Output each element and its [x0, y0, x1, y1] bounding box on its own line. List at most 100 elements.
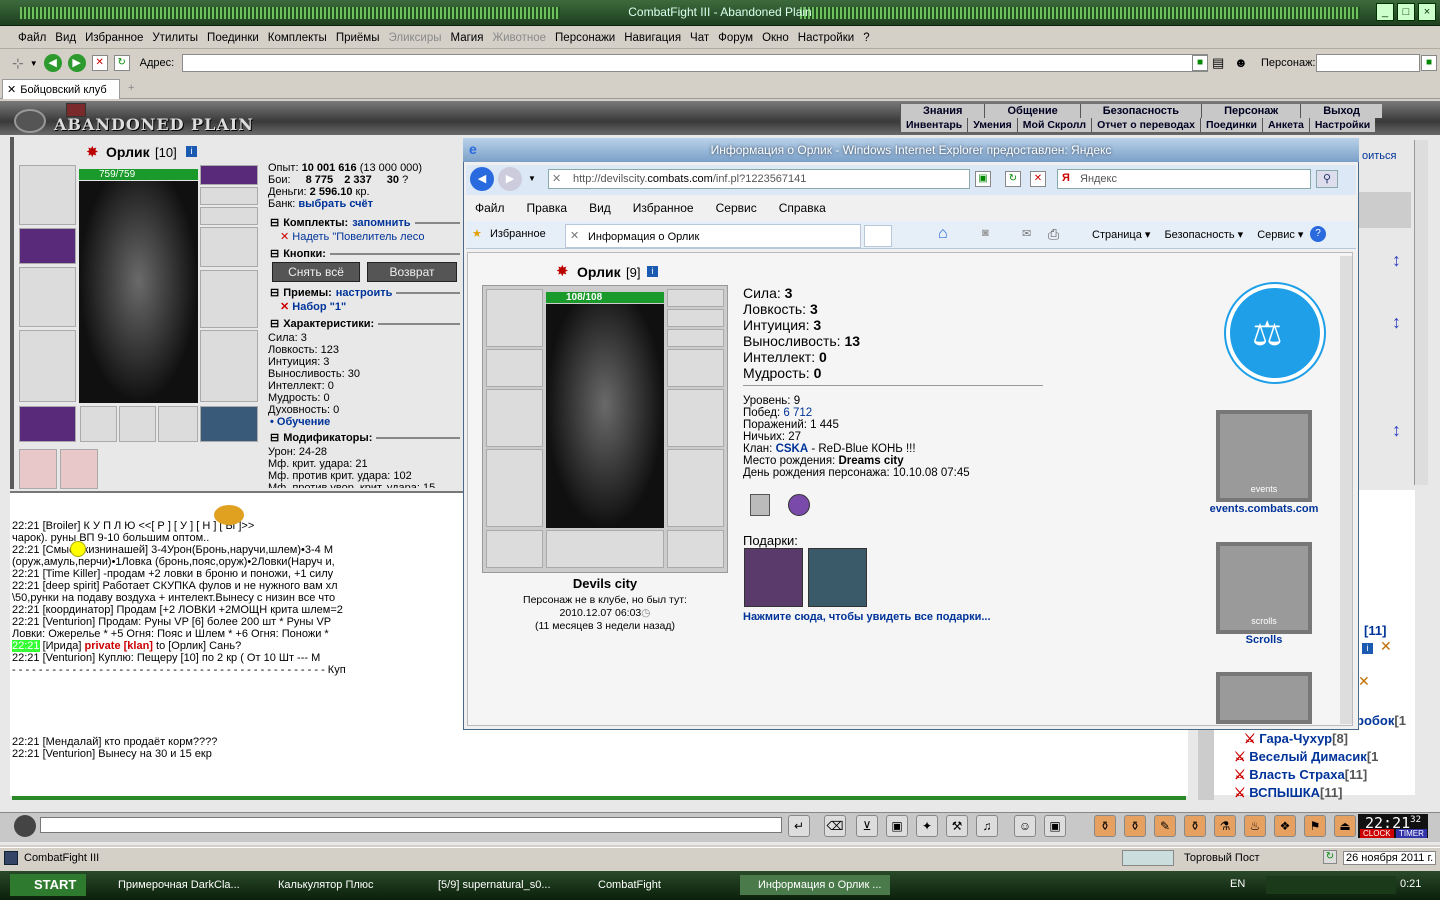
window-titlebar[interactable]: CombatFight III - Abandoned Plain _ □ × [0, 0, 1440, 26]
info-icon[interactable]: i [186, 146, 197, 157]
pocket-slot-3[interactable] [158, 406, 198, 442]
game-nav-item[interactable]: Персонаж [1201, 104, 1301, 118]
erase-icon[interactable]: ⌫ [824, 815, 846, 837]
menu-item[interactable]: ? [863, 32, 869, 44]
chat-message[interactable]: 22:21 [Venturion] Вынесу на 30 и 15 екр [12, 748, 712, 760]
ie-clan-link[interactable]: CSKA [776, 443, 809, 455]
trading-post[interactable]: Торговый Пост [1184, 852, 1260, 864]
chat-time[interactable]: 22:21 [12, 640, 40, 652]
rings-slot[interactable] [200, 207, 258, 225]
chat-message[interactable]: 22:21 [координатор] Продам [+2 ЛОВКИ +2М… [12, 604, 462, 616]
ie-search-input[interactable]: Яндекс [1057, 169, 1311, 189]
game-nav-item[interactable]: Анкета [1261, 118, 1309, 132]
tray-icons[interactable] [1266, 876, 1396, 894]
battle-icon[interactable]: ✕ [1380, 638, 1392, 655]
chat-time[interactable]: 22:21 [12, 580, 40, 592]
delete-icon[interactable]: ✕ [280, 231, 289, 243]
scroll-icon[interactable]: ✎ [1154, 815, 1176, 837]
ie-menu-item[interactable]: Вид [589, 201, 611, 215]
online-user[interactable]: ⚔ ВСПЫШКА[11] [1212, 784, 1378, 802]
game-nav-item[interactable]: Безопасность [1079, 104, 1202, 118]
refresh-icon[interactable]: ↻ [1323, 850, 1337, 864]
online-user[interactable]: ⚔ Веселый Димасик[1 [1212, 748, 1378, 766]
menu-item[interactable]: Эликсиры [388, 32, 441, 44]
gift-item-2[interactable] [808, 548, 867, 607]
tools-icon[interactable]: ⚒ [946, 815, 968, 837]
back-icon[interactable]: ◀ [43, 54, 62, 72]
chat-message[interactable]: 22:21 [Venturion] Куплю: Пещеру [10] по … [12, 652, 462, 664]
persona-go-icon[interactable]: ■ [1421, 55, 1437, 71]
helmet-slot[interactable] [19, 165, 76, 225]
arrow-updown-icon[interactable]: ↕ [1392, 420, 1401, 441]
chat-mode-icon[interactable] [14, 815, 36, 837]
game-nav-item[interactable]: Выход [1300, 104, 1382, 118]
chat-time[interactable]: 22:21 [12, 748, 40, 760]
configure-link[interactable]: настроить [336, 287, 393, 299]
gifts-link[interactable]: Нажмите сюда, чтобы увидеть все подарки.… [743, 611, 991, 623]
menu-item[interactable]: Поединки [207, 32, 259, 44]
effect-slot-2[interactable] [60, 449, 98, 489]
game-nav-item[interactable]: Мой Скролл [1016, 118, 1092, 132]
online-user[interactable]: ⚔ Власть Страха[11] [1212, 766, 1378, 784]
back-icon[interactable]: ◀ [470, 167, 494, 191]
chat-nick[interactable]: [Venturion] [43, 616, 96, 628]
earrings-slot[interactable] [200, 165, 258, 185]
weapon-slot[interactable] [19, 267, 76, 327]
char-name[interactable]: Орлик [106, 144, 150, 160]
amulet-slot[interactable] [200, 187, 258, 205]
chat-message[interactable]: 22:21 [deep spirit] Работает СКУПКА фуло… [12, 580, 462, 592]
exit-icon[interactable]: ⏏ [1334, 815, 1356, 837]
filter-icon[interactable]: ⊻ [856, 815, 878, 837]
chat-time[interactable]: 22:21 [12, 520, 40, 532]
ie-url-input[interactable]: http://devilscity.combats.com/inf.pl?122… [548, 169, 970, 189]
menu-item[interactable]: Комплекты [268, 32, 327, 44]
forward-icon[interactable]: ▶ [67, 54, 86, 72]
shield-slot[interactable] [200, 270, 258, 328]
chat-nick[interactable]: [Time Killer] [43, 568, 101, 580]
chat-message[interactable]: 22:21 [Venturion] Продам: Руны VP [6] бо… [12, 616, 462, 628]
chat-nick[interactable]: [Venturion] [43, 748, 96, 760]
chars-header[interactable]: ⊟ Характеристики: [270, 317, 460, 330]
menu-item[interactable]: Утилиты [152, 32, 198, 44]
address-input[interactable] [182, 54, 1208, 72]
sound-icon[interactable]: ♫ [976, 815, 998, 837]
pocket-slot-2[interactable] [119, 406, 156, 442]
close-button[interactable]: × [1418, 3, 1436, 21]
chat-time[interactable]: 22:21 [12, 604, 40, 616]
ie-wins-value[interactable]: 6 712 [783, 407, 812, 419]
users-icon[interactable]: ☻ [1234, 55, 1248, 70]
persona-input[interactable] [1316, 54, 1420, 72]
run-icon[interactable]: ✦ [916, 815, 938, 837]
rank-badge-icon[interactable] [788, 494, 810, 516]
menu-item[interactable]: Вид [55, 32, 76, 44]
events-icon[interactable]: events [1216, 410, 1312, 502]
menu-item[interactable]: Персонажи [555, 32, 615, 44]
menu-item[interactable]: Файл [18, 32, 46, 44]
menu-item[interactable]: Навигация [624, 32, 681, 44]
mage-icon[interactable]: ⚗ [1214, 815, 1236, 837]
ie-menu-item[interactable]: Файл [475, 201, 505, 215]
chat-time[interactable]: 22:21 [12, 616, 40, 628]
menu-item[interactable]: Магия [451, 32, 484, 44]
menu-item[interactable]: Приёмы [336, 32, 380, 44]
return-icon[interactable]: ↵ [788, 815, 810, 837]
armor-slot[interactable] [19, 330, 76, 402]
chat-nick[interactable]: [Смыслжизнинашей] [43, 544, 149, 556]
chat-message[interactable]: \50,рунки на подаву воздуха + интелект.В… [12, 592, 462, 604]
arrow-updown-icon[interactable]: ↕ [1392, 250, 1401, 271]
remove-all-button[interactable]: Снять всё [272, 262, 360, 282]
menu-item[interactable]: Форум [718, 32, 753, 44]
game-nav-item[interactable]: Инвентарь [900, 118, 968, 132]
chat-time[interactable]: 22:21 [12, 544, 40, 556]
chat-nick[interactable]: [координатор] [43, 604, 114, 616]
minimize-button[interactable]: _ [1376, 3, 1394, 21]
chat-nick[interactable]: [Ирида] [43, 640, 82, 652]
pocket-slot-1[interactable] [80, 406, 117, 442]
left-scroll[interactable] [1414, 140, 1428, 485]
clan-badge-icon[interactable] [750, 494, 770, 516]
menu-item[interactable]: Настройки [798, 32, 854, 44]
trick-set[interactable]: ✕ Набор "1" [280, 301, 346, 313]
game-nav-item[interactable]: Настройки [1308, 118, 1376, 132]
boots-slot[interactable] [200, 406, 258, 442]
compat-icon[interactable]: ▣ [975, 171, 991, 187]
